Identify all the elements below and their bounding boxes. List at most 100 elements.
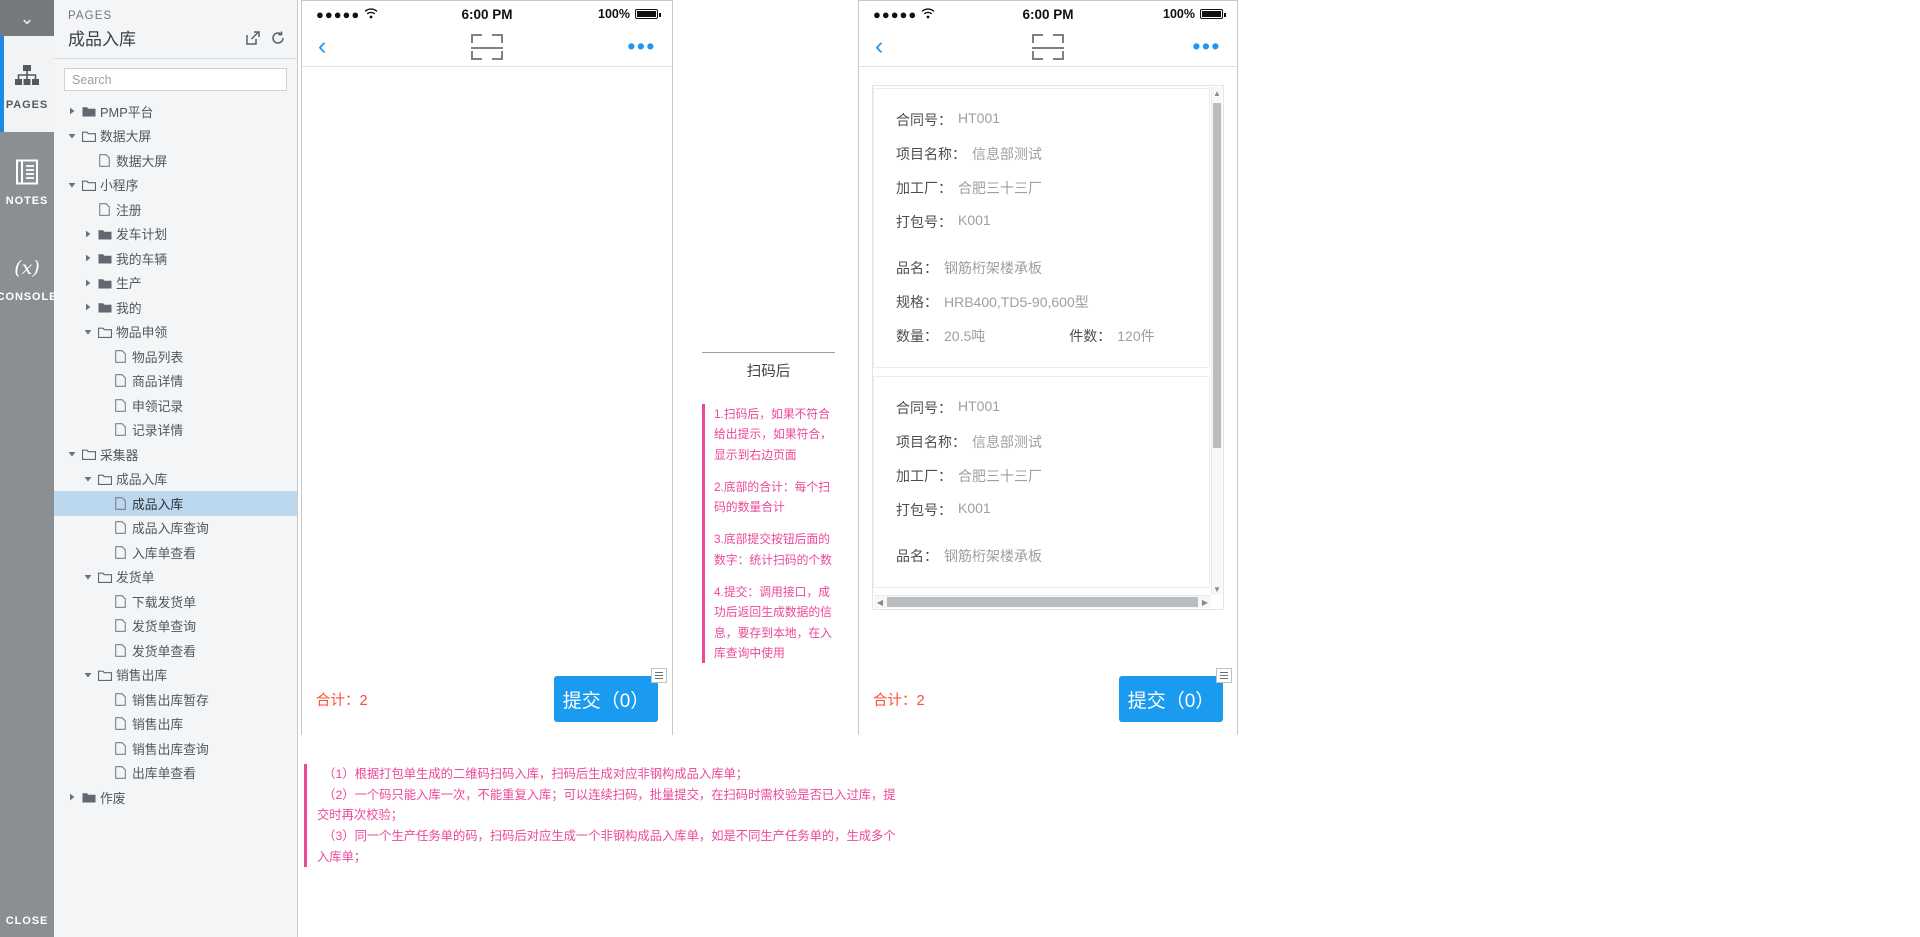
chevron-down-icon[interactable] xyxy=(64,132,79,140)
tree-item-label: 生产 xyxy=(116,276,142,292)
tree-item-folder[interactable]: 我的车辆 xyxy=(54,246,297,271)
tree-item-page[interactable]: 记录详情 xyxy=(54,418,297,443)
submit-button[interactable]: 提交（0） xyxy=(554,668,667,722)
card-field-label: 品名： xyxy=(896,548,938,564)
chevron-right-icon[interactable] xyxy=(64,793,79,801)
chevron-down-icon: ⌄ xyxy=(19,8,35,28)
tree-item-label: 发货单查看 xyxy=(132,643,196,659)
rail-collapse-button[interactable]: ⌄ xyxy=(0,0,54,36)
card-field-row-pair: 数量： 20.5吨 件数： 120件 xyxy=(874,319,1209,353)
tree-item-folder[interactable]: 发车计划 xyxy=(54,222,297,247)
open-in-new-icon[interactable] xyxy=(246,30,260,45)
note-bottom: （1）根据打包单生成的二维码扫码入库，扫码后生成对应非钢构成品入库单； （2）一… xyxy=(304,764,904,868)
tree-item-page[interactable]: 发货单查询 xyxy=(54,614,297,639)
tree-item-folder[interactable]: 成品入库 xyxy=(54,467,297,492)
page-icon xyxy=(111,717,130,731)
folder-open-icon xyxy=(95,473,114,485)
chevron-right-icon[interactable] xyxy=(80,303,95,311)
card-field-row: 合同号： HT001 xyxy=(874,391,1209,425)
rail-item-pages[interactable]: PAGES xyxy=(0,36,54,132)
rail-close-button[interactable]: CLOSE xyxy=(0,915,54,927)
scan-frame-icon[interactable] xyxy=(302,33,672,60)
card-field-row: 打包号： K001 xyxy=(874,205,1209,239)
page-icon xyxy=(111,545,130,559)
console-icon: (x) xyxy=(10,250,44,286)
scan-result-card[interactable]: 合同号： HT001 项目名称： 信息部测试 加工厂： 合肥三十三厂 打包号： K001 品名：… xyxy=(873,376,1210,588)
tree-item-page[interactable]: 物品列表 xyxy=(54,344,297,369)
tree-item-folder[interactable]: 我的 xyxy=(54,295,297,320)
tree-item-page[interactable]: 发货单查看 xyxy=(54,638,297,663)
scan-frame-icon[interactable] xyxy=(859,33,1237,60)
scroll-up-icon[interactable]: ▲ xyxy=(1212,87,1222,99)
rail-item-notes[interactable]: NOTES xyxy=(0,132,54,228)
chevron-down-icon[interactable] xyxy=(80,573,95,581)
pages-kicker: PAGES xyxy=(68,10,113,22)
scroll-left-icon[interactable]: ◀ xyxy=(874,596,886,608)
tree-item-folder[interactable]: 小程序 xyxy=(54,173,297,198)
chevron-down-icon[interactable] xyxy=(80,475,95,483)
folder-open-icon xyxy=(95,326,114,338)
tree-item-page[interactable]: 数据大屏 xyxy=(54,148,297,173)
chevron-down-icon[interactable] xyxy=(80,671,95,679)
chevron-right-icon[interactable] xyxy=(64,107,79,115)
vertical-scroll-thumb[interactable] xyxy=(1213,103,1221,448)
folder-closed-icon xyxy=(79,791,98,803)
tree-item-page[interactable]: 出库单查看 xyxy=(54,761,297,786)
card-scroll-area[interactable]: 合同号： HT001 项目名称： 信息部测试 加工厂： 合肥三十三厂 打包号： K001 品名：… xyxy=(872,85,1224,610)
tree-item-label: 出库单查看 xyxy=(132,766,196,782)
resize-handle-icon[interactable] xyxy=(651,668,667,683)
search-input[interactable] xyxy=(64,68,287,91)
folder-closed-icon xyxy=(95,228,114,240)
submit-button[interactable]: 提交（0） xyxy=(1119,668,1232,722)
tree-item-page[interactable]: 商品详情 xyxy=(54,369,297,394)
card-field-label: 品名： xyxy=(896,260,938,276)
tree-item-folder[interactable]: 生产 xyxy=(54,271,297,296)
tree-item-page[interactable]: 销售出库暂存 xyxy=(54,687,297,712)
horizontal-scrollbar[interactable]: ◀ ▶ xyxy=(874,595,1211,608)
chevron-right-icon[interactable] xyxy=(80,230,95,238)
tree-item-page[interactable]: 成品入库 xyxy=(54,491,297,516)
horizontal-scroll-thumb[interactable] xyxy=(887,597,1198,607)
card-field-row: 项目名称： 信息部测试 xyxy=(874,137,1209,171)
scroll-down-icon[interactable]: ▼ xyxy=(1212,583,1222,595)
tree-item-page[interactable]: 申领记录 xyxy=(54,393,297,418)
tree-item-page[interactable]: 下载发货单 xyxy=(54,589,297,614)
chevron-down-icon[interactable] xyxy=(80,328,95,336)
pages-tree[interactable]: PMP平台 数据大屏 数据大屏 小程序 注册 发车计划 我的车辆 生产 我的 物品申领 物品列表 商品… xyxy=(54,97,297,937)
tree-item-label: PMP平台 xyxy=(100,104,154,120)
tree-item-folder[interactable]: PMP平台 xyxy=(54,99,297,124)
tree-item-folder[interactable]: 物品申领 xyxy=(54,320,297,345)
resize-handle-icon[interactable] xyxy=(1216,668,1232,683)
scroll-right-icon[interactable]: ▶ xyxy=(1199,596,1211,608)
tree-item-label: 我的车辆 xyxy=(116,251,168,267)
chevron-right-icon[interactable] xyxy=(80,279,95,287)
card-field-value: HRB400,TD5-90,600型 xyxy=(944,294,1089,310)
submit-button-label: 提交（0） xyxy=(1127,690,1215,712)
tree-item-label: 销售出库 xyxy=(116,668,168,684)
reload-icon[interactable] xyxy=(271,31,285,45)
tree-item-folder[interactable]: 发货单 xyxy=(54,565,297,590)
chevron-down-icon[interactable] xyxy=(64,450,79,458)
tree-item-label: 发货单 xyxy=(116,570,155,586)
chevron-down-icon[interactable] xyxy=(64,181,79,189)
rail-item-console[interactable]: (x) CONSOLE xyxy=(0,228,58,324)
page-icon xyxy=(111,643,130,657)
chevron-right-icon[interactable] xyxy=(80,254,95,262)
card-field-value: HT001 xyxy=(958,110,1001,126)
phone-mockup-right: ●●●●● 6:00 PM 100% ‹ ••• 合同号： HT001 项目名称… xyxy=(858,0,1238,735)
tree-item-page[interactable]: 成品入库查询 xyxy=(54,516,297,541)
card-field-value: 120件 xyxy=(1117,328,1155,344)
tree-item-page[interactable]: 销售出库 xyxy=(54,712,297,737)
vertical-scrollbar[interactable]: ▲ ▼ xyxy=(1211,87,1222,595)
tree-item-folder[interactable]: 采集器 xyxy=(54,442,297,467)
total-label: 合计：2 xyxy=(316,692,368,709)
scan-result-card[interactable]: 合同号： HT001 项目名称： 信息部测试 加工厂： 合肥三十三厂 打包号： K001 品名：… xyxy=(873,88,1210,368)
tree-item-page[interactable]: 入库单查看 xyxy=(54,540,297,565)
page-icon xyxy=(111,521,130,535)
tree-item-page[interactable]: 注册 xyxy=(54,197,297,222)
tree-item-page[interactable]: 销售出库查询 xyxy=(54,736,297,761)
rail-item-label: CONSOLE xyxy=(0,290,58,303)
tree-item-folder[interactable]: 销售出库 xyxy=(54,663,297,688)
tree-item-folder[interactable]: 数据大屏 xyxy=(54,124,297,149)
tree-item-folder[interactable]: 作废 xyxy=(54,785,297,810)
